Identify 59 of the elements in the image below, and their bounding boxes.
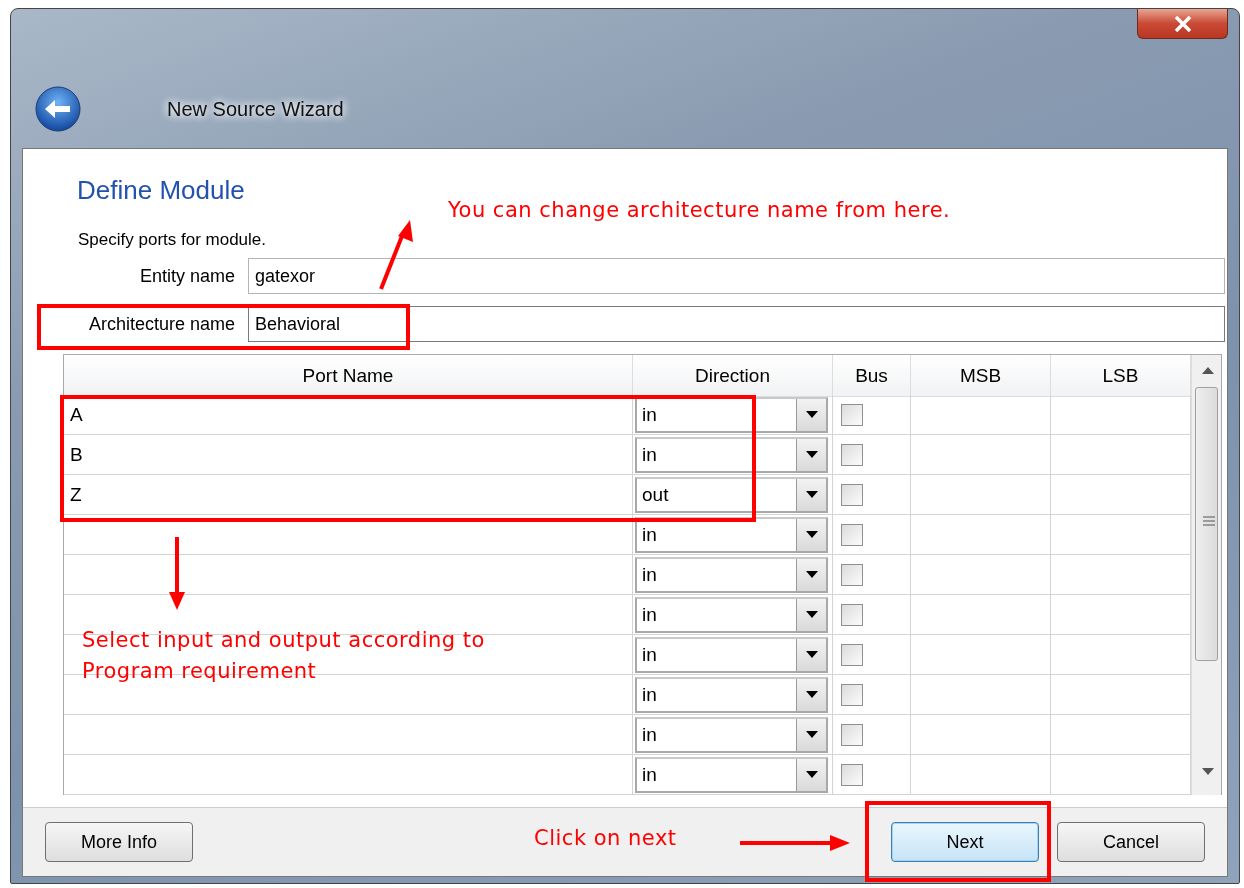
scroll-down-icon[interactable] [1202,768,1214,775]
column-header[interactable]: Direction [633,355,833,397]
scrollbar[interactable] [1191,355,1221,795]
direction-dropdown[interactable]: in [635,676,828,713]
close-button[interactable] [1137,9,1228,39]
caret-icon [805,411,818,418]
bus-checkbox[interactable] [841,723,863,746]
bus-checkbox[interactable] [841,403,863,426]
table-cell: A [64,395,633,435]
caret-icon [805,771,818,778]
column-header[interactable]: LSB [1051,355,1191,397]
direction-dropdown[interactable]: in [635,516,828,553]
column-header[interactable]: Bus [833,355,911,397]
input-field[interactable]: gatexor [248,258,1225,294]
grip-icon [1203,516,1215,526]
annotation-text: Select input and output according to [82,628,485,652]
column-header[interactable]: Port Name [64,355,633,397]
table-cell: B [64,435,633,475]
direction-dropdown[interactable]: in [635,556,828,593]
direction-dropdown[interactable]: in [635,596,828,633]
bus-checkbox[interactable] [841,683,863,706]
dialog-button[interactable]: Next [891,822,1039,862]
bus-checkbox[interactable] [841,443,863,466]
caret-icon [805,611,818,618]
bus-checkbox[interactable] [841,603,863,626]
caret-icon [805,691,818,698]
caret-icon [805,491,818,498]
annotation-text: Click on next [534,826,677,850]
window-title: New Source Wizard [167,97,344,121]
annotation-text: Program requirement [82,659,318,683]
bus-checkbox[interactable] [841,523,863,546]
annotation-text: You can change architecture name from here. [448,198,951,222]
close-icon [1173,15,1192,32]
page-heading: Define Module [77,175,246,206]
caret-icon [805,451,818,458]
direction-dropdown[interactable]: in [635,636,828,673]
instruction-text: Specify ports for module. [78,230,268,250]
dialog-button[interactable]: More Info [45,822,193,862]
dialog-button[interactable]: Cancel [1057,822,1205,862]
field-label: Entity name [138,265,235,287]
caret-icon [805,731,818,738]
direction-dropdown[interactable]: in [635,436,828,473]
input-field[interactable]: Behavioral [248,306,1225,342]
column-header[interactable]: MSB [911,355,1051,397]
direction-dropdown[interactable]: in [635,716,828,753]
field-label: Architecture name [87,313,235,335]
direction-dropdown[interactable]: out [635,476,828,513]
scroll-up-icon[interactable] [1202,367,1214,374]
caret-icon [805,651,818,658]
annotation-arrow [379,220,413,290]
table-cell: Z [64,475,633,515]
bus-checkbox[interactable] [841,563,863,586]
caret-icon [805,571,818,578]
back-icon[interactable] [35,86,81,132]
bus-checkbox[interactable] [841,483,863,506]
bus-checkbox[interactable] [841,763,863,786]
bus-checkbox[interactable] [841,643,863,666]
direction-dropdown[interactable]: in [635,756,828,793]
caret-icon [805,531,818,538]
